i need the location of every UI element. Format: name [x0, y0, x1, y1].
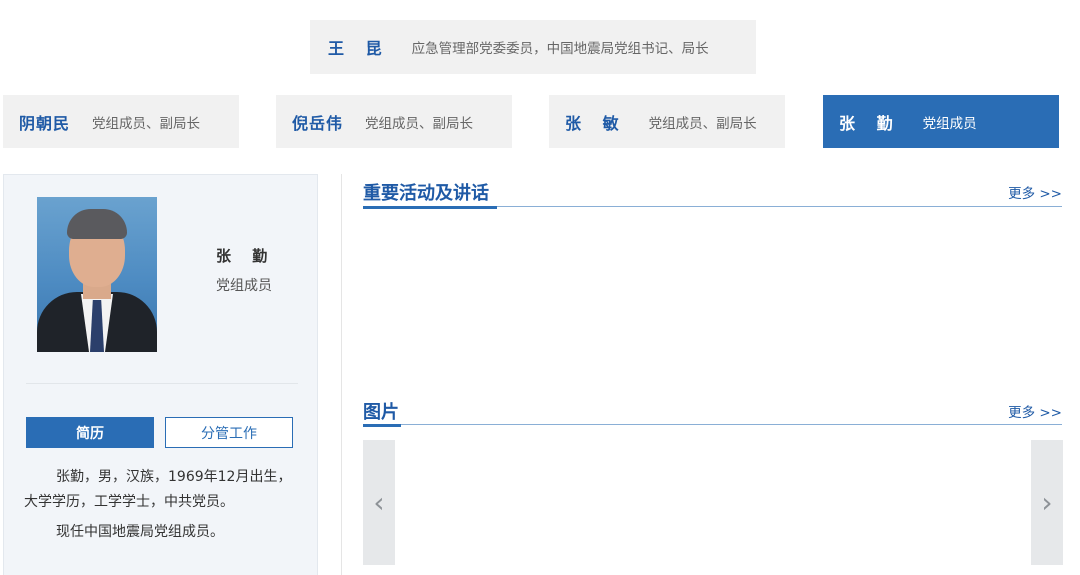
- profile-role: 党组成员: [216, 278, 272, 294]
- section-title-pictures: 图片: [363, 402, 399, 423]
- leader-card-top[interactable]: 王 昆 应急管理部党委委员，中国地震局党组书记、局长: [310, 20, 756, 74]
- leader-role: 党组成员: [922, 115, 977, 132]
- section-title-underline: [363, 424, 401, 427]
- profile-panel: 张 勤 党组成员 简历 分管工作 张勤，男，汉族，1969年12月出生，大学学历…: [3, 174, 318, 575]
- more-link-pictures[interactable]: 更多 >>: [1008, 401, 1062, 421]
- leader-role: 党组成员、副局长: [648, 115, 757, 132]
- bio-paragraph: 现任中国地震局党组成员。: [56, 524, 224, 540]
- profile-name: 张 勤: [216, 247, 276, 265]
- chevron-right-icon: ›: [1041, 486, 1053, 519]
- leader-name: 倪岳伟: [292, 113, 344, 133]
- leader-card-member-active[interactable]: 张 勤 党组成员: [823, 95, 1059, 148]
- carousel-next-button[interactable]: ›: [1031, 440, 1063, 565]
- leader-role: 党组成员、副局长: [365, 115, 474, 132]
- leader-name: 王 昆: [328, 39, 390, 58]
- bio-paragraph: 张勤，男，汉族，1969年12月出生，大学学历，工学学士，中共党员。: [24, 469, 292, 510]
- photo-hair: [67, 209, 127, 239]
- leader-role: 党组成员、副局长: [92, 115, 201, 132]
- section-title-underline: [363, 206, 497, 209]
- portrait-photo: [37, 197, 157, 352]
- tab-duties[interactable]: 分管工作: [165, 417, 293, 448]
- column-divider: [341, 174, 342, 575]
- leader-card-member[interactable]: 张 敏 党组成员、副局长: [549, 95, 785, 148]
- section-rule: [363, 424, 1062, 425]
- chevron-left-icon: ‹: [373, 486, 385, 519]
- leader-card-member[interactable]: 倪岳伟 党组成员、副局长: [276, 95, 512, 148]
- profile-divider: [26, 383, 298, 384]
- carousel-prev-button[interactable]: ‹: [363, 440, 395, 565]
- section-title-activities: 重要活动及讲话: [363, 183, 489, 204]
- leader-card-member[interactable]: 阴朝民 党组成员、副局长: [3, 95, 239, 148]
- leader-name: 张 敏: [565, 113, 627, 133]
- leader-name: 张 勤: [839, 113, 901, 133]
- leader-name: 阴朝民: [19, 113, 71, 133]
- more-link-activities[interactable]: 更多 >>: [1008, 182, 1062, 202]
- leader-role: 应急管理部党委委员，中国地震局党组书记、局长: [411, 41, 709, 57]
- tab-resume[interactable]: 简历: [26, 417, 154, 448]
